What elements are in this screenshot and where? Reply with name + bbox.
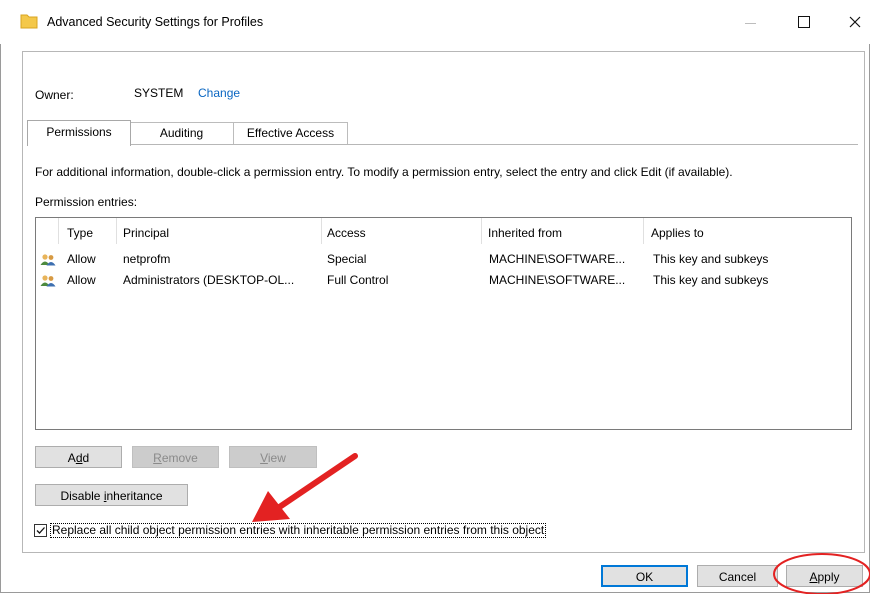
owner-value: SYSTEM — [134, 86, 184, 100]
folder-icon — [20, 14, 38, 29]
cell-inherited-from: MACHINE\SOFTWARE... — [489, 273, 626, 287]
column-separator[interactable] — [481, 218, 482, 244]
column-separator[interactable] — [116, 218, 117, 244]
column-separator[interactable] — [643, 218, 644, 244]
column-header-principal[interactable]: Principal — [123, 226, 169, 240]
maximize-button[interactable] — [785, 8, 825, 36]
cell-access: Full Control — [327, 273, 389, 287]
apply-button-label: Apply — [809, 570, 840, 584]
permission-entries-list[interactable]: Type Principal Access Inherited from App… — [35, 217, 852, 430]
replace-child-permissions-label[interactable]: Replace all child object permission entr… — [50, 523, 547, 538]
users-icon — [40, 275, 56, 287]
tab-auditing[interactable]: Auditing — [130, 122, 234, 144]
permission-entries-label: Permission entries: — [35, 195, 138, 209]
column-header-applies-to[interactable]: Applies to — [651, 226, 704, 240]
column-header-type[interactable]: Type — [67, 226, 93, 240]
title-bar[interactable]: Advanced Security Settings for Profiles — [0, 0, 870, 44]
ok-button[interactable]: OK — [601, 565, 688, 587]
cell-applies-to: This key and subkeys — [653, 252, 769, 266]
apply-button[interactable]: Apply — [786, 565, 863, 587]
users-icon — [40, 254, 56, 266]
info-text: For additional information, double-click… — [35, 165, 733, 179]
view-button[interactable]: View — [229, 446, 317, 468]
disable-inheritance-button[interactable]: Disable inheritance — [35, 484, 188, 506]
window-title: Advanced Security Settings for Profiles — [47, 15, 264, 29]
change-owner-link[interactable]: Change — [198, 86, 240, 100]
cell-inherited-from: MACHINE\SOFTWARE... — [489, 252, 626, 266]
checkmark-icon — [36, 527, 45, 534]
replace-child-permissions-checkbox[interactable] — [34, 524, 47, 537]
cell-principal: netprofm — [123, 252, 171, 266]
cell-type: Allow — [67, 273, 96, 287]
disable-inheritance-label: Disable inheritance — [60, 489, 163, 503]
column-header-inherited-from[interactable]: Inherited from — [488, 226, 562, 240]
table-row[interactable]: Allow Administrators (DESKTOP-OL... Full… — [36, 271, 851, 291]
tab-effective-access[interactable]: Effective Access — [233, 122, 348, 144]
cell-type: Allow — [67, 252, 96, 266]
cancel-button[interactable]: Cancel — [697, 565, 778, 587]
owner-label: Owner: — [35, 88, 74, 102]
tab-panel-border — [27, 144, 858, 145]
remove-button[interactable]: Remove — [132, 446, 219, 468]
remove-button-label: Remove — [153, 451, 198, 465]
close-icon — [849, 16, 861, 28]
add-button[interactable]: Add — [35, 446, 122, 468]
close-button[interactable] — [836, 8, 870, 36]
column-separator[interactable] — [58, 218, 59, 244]
column-header-access[interactable]: Access — [327, 226, 366, 240]
cell-principal: Administrators (DESKTOP-OL... — [123, 273, 295, 287]
add-button-label: Add — [67, 451, 90, 465]
view-button-label: View — [260, 451, 286, 465]
table-row[interactable]: Allow netprofm Special MACHINE\SOFTWARE.… — [36, 250, 851, 270]
list-header: Type Principal Access Inherited from App… — [36, 218, 851, 246]
column-separator[interactable] — [321, 218, 322, 244]
tab-permissions[interactable]: Permissions — [27, 120, 131, 146]
cell-applies-to: This key and subkeys — [653, 273, 769, 287]
minimize-button[interactable] — [733, 8, 773, 36]
cell-access: Special — [327, 252, 367, 266]
